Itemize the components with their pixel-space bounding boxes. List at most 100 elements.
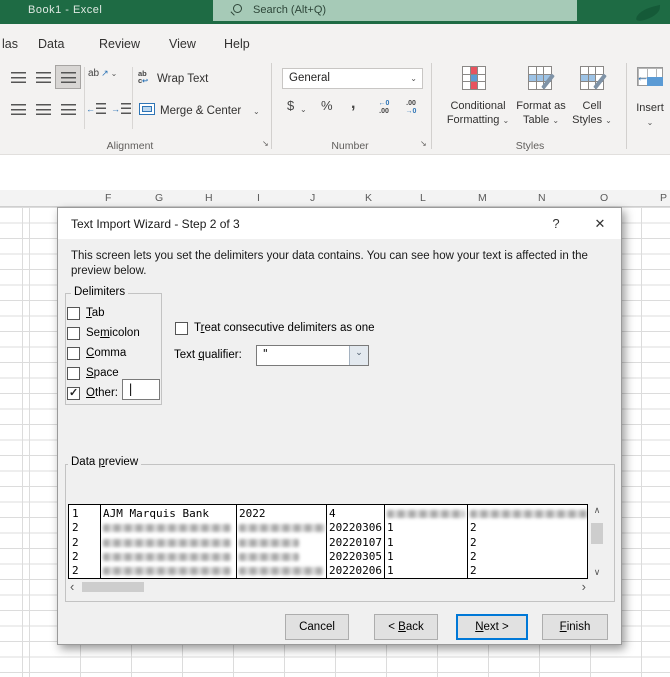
column-header-I[interactable]: I xyxy=(257,192,260,204)
preview-cell: 2 xyxy=(72,535,79,549)
column-header-row: F G H I J K L M N O P xyxy=(0,190,670,207)
insert-button[interactable]: Insert xyxy=(632,102,668,129)
help-button[interactable]: ? xyxy=(544,213,568,234)
column-break-line[interactable] xyxy=(467,505,468,578)
column-header-J[interactable]: J xyxy=(310,192,315,204)
column-header-G[interactable]: G xyxy=(155,192,163,204)
formula-bar[interactable] xyxy=(0,155,670,190)
space-checkbox[interactable] xyxy=(67,366,80,380)
wrap-text-button[interactable]: Wrap Text xyxy=(157,73,208,85)
scroll-right-icon[interactable] xyxy=(582,579,586,594)
preview-cell: 4 xyxy=(329,507,336,520)
finish-button[interactable]: Finish xyxy=(542,614,608,640)
bottom-align-button[interactable] xyxy=(55,65,81,89)
chevron-down-icon xyxy=(502,116,509,125)
cancel-button[interactable]: Cancel xyxy=(285,614,349,640)
align-center-button[interactable] xyxy=(31,98,55,120)
increase-decimal-button[interactable]: ←0.00 xyxy=(372,100,396,115)
search-box[interactable]: Search (Alt+Q) xyxy=(213,0,577,21)
merge-center-button[interactable]: Merge & Center xyxy=(160,105,241,117)
preview-cell: AJM Marquis Bank xyxy=(103,507,209,520)
other-delimiter-input[interactable]: | xyxy=(122,379,160,400)
preview-cell: 2 xyxy=(470,521,477,535)
delimiter-row-semicolon: Semicolon xyxy=(67,323,140,343)
preview-vertical-scrollbar[interactable] xyxy=(589,504,605,579)
column-header-N[interactable]: N xyxy=(538,192,546,204)
column-break-line[interactable] xyxy=(236,505,237,578)
decrease-decimal-button[interactable]: .00 →0 xyxy=(399,100,423,115)
comma-style-button[interactable]: , xyxy=(351,95,355,113)
top-align-icon xyxy=(10,71,26,83)
column-header-K[interactable]: K xyxy=(365,192,372,204)
preview-cell: 2 xyxy=(72,521,79,535)
scroll-down-icon[interactable] xyxy=(589,567,605,578)
column-header-M[interactable]: M xyxy=(478,192,487,204)
text-qualifier-select[interactable]: " xyxy=(256,345,369,366)
tab-label: Tab xyxy=(86,307,105,319)
align-right-icon xyxy=(60,103,76,115)
column-break-line[interactable] xyxy=(326,505,327,578)
column-header-H[interactable]: H xyxy=(205,192,213,204)
column-header-F[interactable]: F xyxy=(105,192,111,204)
text-qualifier-label: Text qualifier: xyxy=(174,349,242,361)
scroll-up-icon[interactable] xyxy=(589,505,605,516)
column-header-P[interactable]: P xyxy=(660,192,667,204)
column-header-L[interactable]: L xyxy=(420,192,426,204)
preview-cell-redacted xyxy=(387,510,465,518)
next-button[interactable]: Next > xyxy=(456,614,528,640)
dialog-title-bar: Text Import Wizard - Step 2 of 3 ? xyxy=(58,208,621,239)
percent-button[interactable]: % xyxy=(321,98,333,113)
preview-horizontal-scrollbar[interactable] xyxy=(68,580,588,594)
dialog-description-line2: preview below. xyxy=(71,265,147,277)
number-dialog-launcher[interactable] xyxy=(420,139,430,149)
insert-cells-icon xyxy=(637,67,663,86)
chevron-down-icon xyxy=(605,116,612,125)
top-align-button[interactable] xyxy=(6,66,30,88)
column-header-O[interactable]: O xyxy=(600,192,608,204)
comma-checkbox[interactable] xyxy=(67,346,80,360)
semicolon-label: Semicolon xyxy=(86,327,140,339)
align-right-button[interactable] xyxy=(56,98,80,120)
preview-cell: 20220305 xyxy=(329,549,382,563)
scroll-left-icon[interactable] xyxy=(70,579,74,594)
other-checkbox[interactable] xyxy=(67,386,80,400)
semicolon-checkbox[interactable] xyxy=(67,326,80,340)
preview-cell: 1 xyxy=(387,521,394,535)
middle-align-button[interactable] xyxy=(31,66,55,88)
align-center-icon xyxy=(35,103,51,115)
currency-button[interactable]: $ xyxy=(287,98,294,113)
tab-checkbox[interactable] xyxy=(67,306,80,320)
preview-cell: 20220107 xyxy=(329,535,382,549)
chevron-down-icon[interactable] xyxy=(253,107,260,116)
delimiter-row-comma: Comma xyxy=(67,343,140,363)
orientation-button[interactable]: ab xyxy=(88,68,117,79)
ribbon-tab-help[interactable]: Help xyxy=(224,37,250,51)
vertical-scroll-thumb[interactable] xyxy=(591,523,603,544)
column-break-line[interactable] xyxy=(100,505,101,578)
ribbon-tab-view[interactable]: View xyxy=(169,37,196,51)
close-icon[interactable] xyxy=(586,213,614,234)
bird-silhouette-icon xyxy=(635,4,661,23)
number-format-select[interactable]: General xyxy=(282,68,423,89)
document-title: Book1 - Excel xyxy=(28,4,103,16)
decrease-indent-button[interactable] xyxy=(86,103,106,114)
preview-cell: 1 xyxy=(72,507,79,520)
horizontal-scroll-thumb[interactable] xyxy=(82,582,144,592)
column-break-line[interactable] xyxy=(384,505,385,578)
ribbon-tab-review[interactable]: Review xyxy=(99,37,140,51)
conditional-formatting-icon xyxy=(462,66,486,90)
align-left-button[interactable] xyxy=(6,98,30,120)
ribbon-tab-las[interactable]: las xyxy=(2,37,18,51)
ribbon-tab-data[interactable]: Data xyxy=(38,37,64,51)
format-as-table-button[interactable]: Format as Table xyxy=(512,100,570,127)
conditional-formatting-button[interactable]: Conditional Formatting xyxy=(440,100,516,127)
bottom-align-icon xyxy=(60,71,76,83)
dropdown-button[interactable] xyxy=(349,346,368,365)
chevron-down-icon[interactable] xyxy=(300,105,307,114)
preview-cell: 2 xyxy=(72,549,79,563)
treat-consecutive-checkbox[interactable] xyxy=(175,322,188,335)
styles-group-label: Styles xyxy=(515,140,545,152)
back-button[interactable]: < Back xyxy=(374,614,438,640)
cell-styles-button[interactable]: Cell Styles xyxy=(568,100,616,127)
increase-indent-button[interactable] xyxy=(111,103,131,114)
